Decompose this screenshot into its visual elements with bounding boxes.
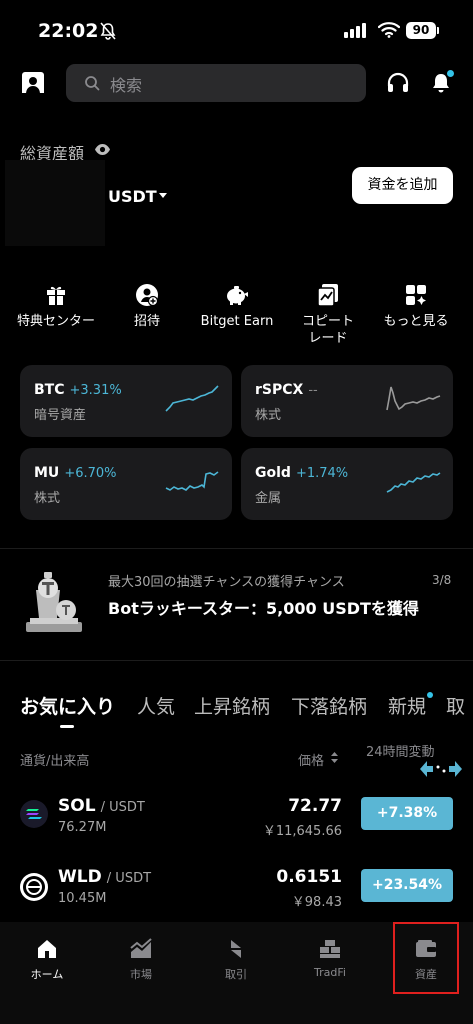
status-time: 22:02 [38,20,99,42]
card-category: 金属 [255,491,282,506]
quick-action-copy-trade[interactable]: コピートレード [283,282,373,347]
tab-gainers[interactable]: 上昇銘柄 [194,692,270,719]
nav-market[interactable]: 市場 [105,936,177,982]
market-chart-icon [130,938,152,958]
sparkline-chart [386,472,441,493]
battery-level: 90 [406,22,436,39]
quick-action-label: 特典センター [16,314,95,329]
nav-label: 市場 [130,968,152,981]
trophy-coin-icon [26,572,82,632]
tradfi-icon [320,940,340,958]
card-category: 暗号資産 [34,408,87,423]
section-divider [0,660,473,661]
compare-arrows-icon[interactable] [418,758,464,780]
wifi-icon [378,22,400,38]
coin-symbol: WLD [58,867,102,887]
search-placeholder: 検索 [110,76,143,95]
coin-price-jpy: ￥98.43 [291,895,342,910]
more-grid-icon [406,285,426,305]
home-icon [38,940,56,958]
card-category: 株式 [34,491,61,506]
nav-label: ホーム [30,968,64,981]
tab-popular[interactable]: 人気 [137,692,175,719]
card-name: MU [34,465,60,481]
active-tab-underline [60,725,74,728]
wld-coin-icon [20,873,48,901]
quick-action-rewards[interactable]: 特典センター [11,282,101,330]
tab-favorites[interactable]: お気に入り [20,692,115,719]
sol-coin-icon [20,800,48,828]
sparkline-chart [386,386,441,411]
coin-symbol: SOL [58,796,96,816]
coin-volume: 76.27M [58,820,107,835]
headset-icon[interactable] [386,72,410,94]
market-card-rspcx[interactable]: rSPCX -- 株式 [241,365,453,437]
sparkline-chart [165,385,219,412]
card-category: 株式 [255,408,282,423]
nav-label: TradFi [314,966,346,979]
quick-action-label: Bitget Earn [200,314,274,329]
card-change: +1.74% [295,466,349,481]
new-indicator-dot [427,692,433,698]
card-name: BTC [34,382,65,398]
tab-losers[interactable]: 下落銘柄 [291,692,367,719]
profile-avatar-icon[interactable] [20,70,46,96]
copy-trade-icon [317,284,338,307]
eye-icon[interactable] [94,143,111,156]
assets-tab-highlight [393,922,459,994]
card-change: -- [308,383,318,398]
hidden-balance [5,160,105,246]
trade-icon [231,940,241,958]
signal-icon [344,23,366,38]
change-badge[interactable]: +7.38% [361,797,453,830]
promo-title: Botラッキースター：5,000 USDTを獲得 [108,599,419,618]
quick-action-label: 招待 [133,314,160,329]
piggy-bank-icon [227,286,248,305]
tab-more[interactable]: 取 [446,692,465,719]
quick-action-label: もっと見る [383,314,449,329]
quick-action-label: コピートレード [301,314,354,346]
bell-muted-icon [100,22,116,40]
sort-icon[interactable] [331,752,338,763]
nav-label: 取引 [225,968,247,981]
promo-page-indicator: 3/8 [432,573,452,587]
section-divider [0,548,473,549]
card-name: rSPCX [255,382,304,398]
change-badge[interactable]: +23.54% [361,869,453,902]
search-icon [85,76,100,91]
coin-price: 72.77 [288,796,342,816]
nav-tradfi[interactable]: TradFi [294,936,366,979]
nav-home[interactable]: ホーム [11,936,83,982]
coin-volume: 10.45M [58,891,107,906]
promo-subtitle: 最大30回の抽選チャンスの獲得チャンス [108,575,345,590]
invite-icon [136,284,159,307]
sparkline-chart [165,471,219,491]
column-pair-volume[interactable]: 通貨/出来高 [20,750,89,769]
chevron-down-icon[interactable] [159,193,167,198]
coin-pair: / USDT [106,871,152,886]
tab-new[interactable]: 新規 [388,692,426,719]
coin-price: 0.6151 [276,867,342,887]
nav-trade[interactable]: 取引 [200,936,272,982]
add-funds-button[interactable]: 資金を追加 [352,167,453,204]
quick-action-more[interactable]: もっと見る [371,282,461,330]
coin-price-jpy: ￥11,645.66 [262,824,342,839]
notification-dot [447,70,454,77]
coin-pair: / USDT [100,800,145,815]
card-name: Gold [255,465,291,481]
gift-icon [47,286,65,305]
market-card-mu[interactable]: MU +6.70% 株式 [20,448,232,520]
quick-action-invite[interactable]: 招待 [102,282,192,330]
currency-selector[interactable]: USDT [108,187,157,206]
card-change: +3.31% [69,383,122,398]
battery-tip [437,27,439,34]
quick-action-earn[interactable]: Bitget Earn [192,282,282,330]
market-card-gold[interactable]: Gold +1.74% 金属 [241,448,453,520]
column-price[interactable]: 価格 [298,750,324,769]
market-card-btc[interactable]: BTC +3.31% 暗号資産 [20,365,232,437]
card-change: +6.70% [64,466,117,481]
